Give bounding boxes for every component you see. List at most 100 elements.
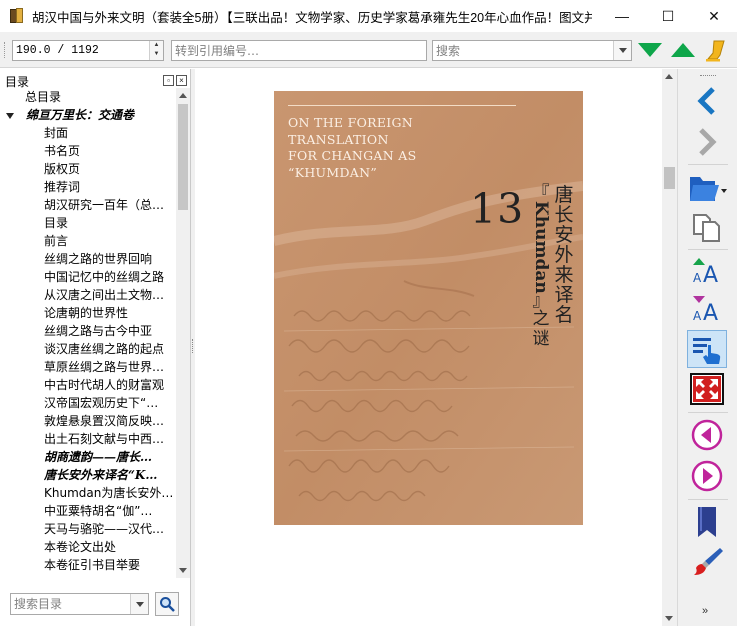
scroll-down-icon[interactable] — [665, 616, 673, 621]
english-title-line: TRANSLATION — [288, 131, 389, 147]
scroll-up-icon[interactable] — [179, 93, 187, 98]
svg-text:A: A — [703, 301, 718, 323]
document-view[interactable]: ON THE FOREIGN TRANSLATION FOR CHANGAN A… — [195, 69, 662, 626]
find-next-icon[interactable] — [638, 43, 662, 57]
scroll-up-icon[interactable] — [665, 74, 673, 79]
find-previous-icon[interactable] — [671, 43, 695, 57]
toc-item[interactable]: 封面 — [0, 124, 176, 142]
toc-item[interactable]: 胡商遗韵——唐长… — [0, 448, 176, 466]
toc-item-label: 谈汉唐丝绸之路的起点 — [44, 342, 165, 356]
toc-search-input[interactable] — [11, 594, 129, 614]
previous-page-button[interactable] — [687, 416, 727, 454]
toc-search-dropdown[interactable] — [130, 594, 148, 614]
toc-item[interactable]: 丝绸之路与古今中亚 — [0, 322, 176, 340]
expand-arrow-icon[interactable] — [6, 112, 14, 119]
title-char: 长 — [554, 204, 574, 226]
toc-item[interactable]: 胡汉研究一百年（总… — [0, 196, 176, 214]
select-tool-icon — [693, 338, 721, 364]
document-scrollbar[interactable] — [662, 69, 677, 626]
toc-item-label: 本卷论文出处 — [44, 540, 117, 554]
toolbar-grip[interactable] — [4, 42, 7, 58]
english-chapter-title: ON THE FOREIGN TRANSLATION FOR CHANGAN A… — [288, 115, 478, 181]
open-file-button[interactable] — [687, 169, 727, 207]
search-input[interactable] — [433, 41, 611, 60]
toc-item-label: 本卷征引书目举要 — [44, 558, 141, 572]
toc-item[interactable]: 出土石刻文献与中西… — [0, 430, 176, 448]
toc-item[interactable]: 草原丝绸之路与世界… — [0, 358, 176, 376]
toc-item[interactable]: 丝绸之路的世界回响 — [0, 250, 176, 268]
chinese-chapter-title: 唐 长 安 外 来 译 名 — [553, 185, 575, 325]
english-title-line: ON THE FOREIGN — [288, 115, 414, 130]
toc-item[interactable]: 绵亘万里长：交通卷 — [0, 106, 176, 124]
toc-search-button[interactable] — [155, 592, 179, 616]
toc-item[interactable]: 中国记忆中的丝绸之路 — [0, 268, 176, 286]
float-pane-icon[interactable]: ▫ — [163, 75, 174, 86]
forward-button[interactable] — [687, 123, 727, 161]
toc-item[interactable]: 目录 — [0, 214, 176, 232]
search-combobox[interactable] — [432, 40, 632, 61]
spin-up-icon[interactable]: ▲ — [150, 41, 163, 50]
toc-scroll-thumb[interactable] — [178, 104, 188, 210]
toc-item[interactable]: 中古时代胡人的财富观 — [0, 376, 176, 394]
toc-item[interactable]: 本卷征引书目举要 — [0, 556, 176, 574]
highlighter-icon[interactable] — [705, 40, 725, 62]
chevron-down-icon — [618, 48, 627, 53]
minimize-button[interactable]: — — [599, 0, 645, 32]
open-bracket: 『 — [532, 183, 550, 203]
toc-tree[interactable]: 总目录 绵亘万里长：交通卷 封面 书名页 版权页 推荐词 胡汉研究一百年（总… 目录 前言 丝绸之… — [0, 88, 176, 578]
toc-item[interactable]: 书名页 — [0, 142, 176, 160]
toc-item-label: 推荐词 — [44, 180, 81, 194]
toc-item-label: 从汉唐之间出土文物… — [44, 288, 165, 302]
close-pane-icon[interactable]: × — [176, 75, 187, 86]
toc-item[interactable]: 唐长安外来译名“K… — [0, 466, 176, 484]
toc-item[interactable]: 推荐词 — [0, 178, 176, 196]
close-button[interactable]: ✕ — [691, 0, 737, 32]
toc-item-label: 版权页 — [44, 162, 81, 176]
app-book-icon — [10, 8, 24, 24]
back-arrow-icon — [697, 87, 715, 115]
next-page-button[interactable] — [687, 457, 727, 495]
toc-scrollbar[interactable] — [176, 88, 190, 578]
title-char: 唐 — [554, 184, 574, 206]
back-button[interactable] — [687, 82, 727, 120]
toc-item[interactable]: Khumdan为唐长安外… — [0, 484, 176, 502]
toc-item[interactable]: 中亚粟特胡名“伽”… — [0, 502, 176, 520]
select-tool-button[interactable] — [687, 330, 727, 368]
book-page: ON THE FOREIGN TRANSLATION FOR CHANGAN A… — [274, 91, 583, 525]
toc-item[interactable]: 天马与骆驼——汉代… — [0, 520, 176, 538]
toc-item[interactable]: 谈汉唐丝绸之路的起点 — [0, 340, 176, 358]
copy-pages-icon — [693, 214, 720, 242]
fullscreen-button[interactable] — [687, 370, 727, 408]
toc-item[interactable]: 前言 — [0, 232, 176, 250]
toc-item[interactable]: 敦煌悬泉置汉简反映… — [0, 412, 176, 430]
title-char: 安 — [554, 224, 574, 246]
title-char: 名 — [554, 304, 574, 326]
toc-search-field[interactable] — [10, 593, 149, 615]
reference-number-field[interactable] — [171, 40, 427, 61]
svg-text:A: A — [703, 263, 718, 285]
decrease-font-button[interactable]: A A — [687, 289, 727, 327]
toc-item[interactable]: 汉帝国宏观历史下“… — [0, 394, 176, 412]
page-number-spinbox[interactable]: ▲ ▼ — [12, 40, 164, 61]
toc-item[interactable]: 总目录 — [0, 88, 176, 106]
maximize-button[interactable]: ☐ — [645, 0, 691, 32]
annotate-button[interactable] — [687, 543, 727, 581]
document-scroll-thumb[interactable] — [664, 167, 675, 189]
increase-font-icon: A A — [693, 258, 718, 285]
increase-font-button[interactable]: A A — [687, 251, 727, 289]
spin-down-icon[interactable]: ▼ — [150, 50, 163, 59]
search-history-dropdown[interactable] — [613, 41, 631, 60]
more-tools-icon[interactable]: » — [702, 605, 708, 617]
scroll-down-icon[interactable] — [179, 568, 187, 573]
toc-item-label: 中古时代胡人的财富观 — [44, 378, 165, 392]
toc-item[interactable]: 本卷论文出处 — [0, 538, 176, 556]
reference-number-input[interactable] — [172, 41, 426, 60]
toc-item[interactable]: 版权页 — [0, 160, 176, 178]
page-number-input[interactable] — [13, 41, 147, 60]
toc-item[interactable]: 从汉唐之间出土文物… — [0, 286, 176, 304]
toolbar-grip[interactable] — [700, 75, 716, 77]
bookmark-button[interactable] — [687, 503, 727, 541]
toc-item[interactable]: 论唐朝的世界性 — [0, 304, 176, 322]
copy-button[interactable] — [687, 209, 727, 247]
toc-panel: 目录 ▫ × 总目录 绵亘万里长：交通卷 封面 书名页版权页推荐词胡汉研究一百年（总…… — [0, 69, 191, 626]
